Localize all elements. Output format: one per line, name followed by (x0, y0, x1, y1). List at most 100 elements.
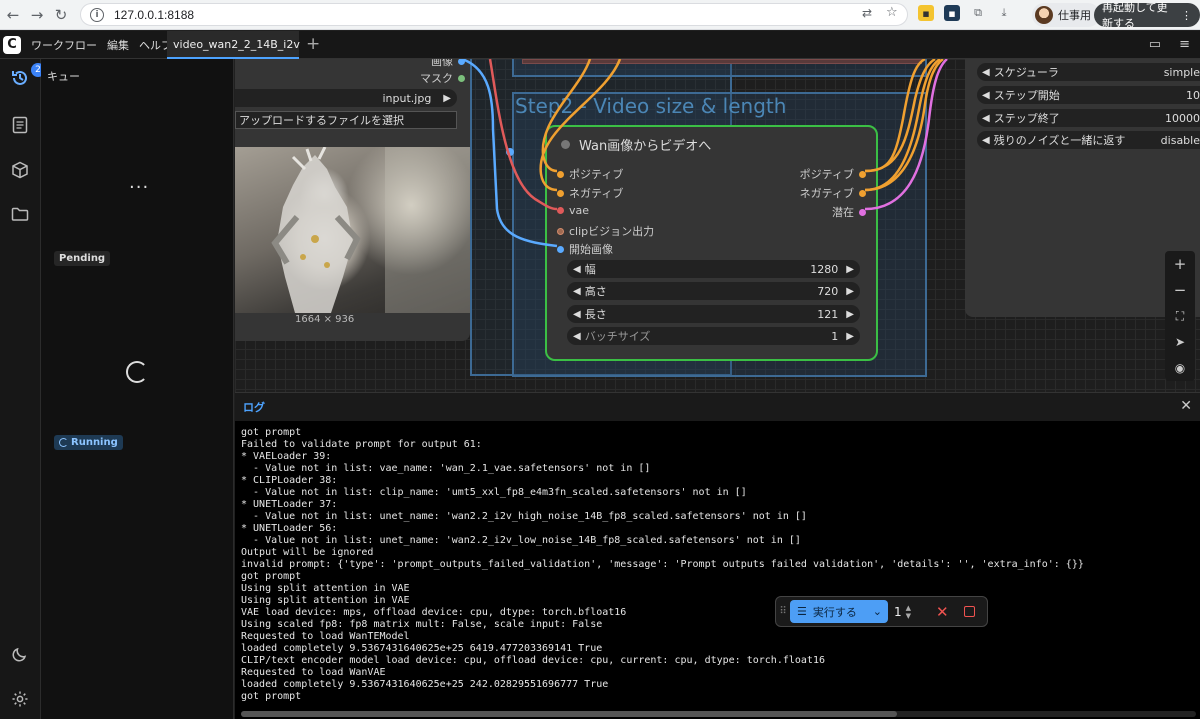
decrement-arrow-icon[interactable]: ◀ (982, 90, 990, 101)
increment-arrow-icon[interactable]: ▶ (846, 309, 854, 320)
decrement-arrow-icon[interactable]: ◀ (573, 331, 581, 342)
cancel-current-run-icon[interactable]: ✕ (936, 603, 949, 621)
node-collapsed-top[interactable] (522, 59, 922, 64)
input-slot-vae[interactable]: vae (557, 204, 589, 217)
forward-icon[interactable]: → (24, 2, 50, 28)
widget-value[interactable]: 1 (831, 330, 838, 343)
node-collapse-dot[interactable] (561, 140, 570, 149)
decrement-arrow-icon[interactable]: ◀ (982, 113, 990, 124)
comfyui-logo-icon[interactable]: C (3, 35, 21, 54)
increment-arrow-icon[interactable]: ▶ (846, 286, 854, 297)
scheduler-widget[interactable]: ◀ スケジューラ simple (977, 63, 1200, 81)
arrow-right-icon[interactable]: ▶ (443, 93, 451, 104)
slot-dot[interactable] (458, 59, 465, 65)
slot-dot[interactable] (458, 74, 465, 82)
extensions-puzzle-icon[interactable]: ⧉ (970, 5, 986, 21)
log-tab[interactable]: ログ (243, 399, 265, 415)
close-icon[interactable]: ✕ (1180, 398, 1192, 414)
menu-edit[interactable]: 編集 (107, 37, 129, 53)
select-mode-pointer-icon[interactable]: ➤ (1175, 329, 1185, 355)
decrement-arrow-icon[interactable]: ◀ (573, 264, 581, 275)
download-icon[interactable]: ⤓ (996, 5, 1012, 21)
restart-update-button[interactable]: 再起動して更新する ⋮ (1094, 1, 1200, 30)
reload-icon[interactable]: ↻ (48, 2, 74, 28)
hamburger-menu-icon[interactable]: ≡ (1179, 37, 1190, 52)
extension-icon-dark[interactable]: ▪ (944, 5, 960, 21)
batch-count-value[interactable]: 1 (894, 605, 902, 619)
clear-queue-stop-icon[interactable] (963, 606, 975, 617)
queue-item-menu-icon[interactable]: ··· (129, 177, 149, 198)
widget-value[interactable]: 720 (817, 285, 838, 298)
log-horizontal-scrollbar[interactable] (241, 711, 1196, 717)
slot-dot[interactable] (859, 189, 866, 197)
input-slot-positive[interactable]: ポジティブ (557, 166, 623, 182)
workflows-folder-icon[interactable] (9, 203, 31, 225)
fit-view-icon[interactable]: ⛶ (1176, 303, 1184, 329)
batch-count-input[interactable]: 1 ▲ ▼ (894, 604, 926, 620)
toggle-panel-icon[interactable]: ▭ (1149, 37, 1161, 52)
graph-canvas[interactable]: Step2 - Video size & length 画像 マスク input… (235, 59, 1200, 392)
scrollbar-thumb[interactable] (241, 711, 897, 717)
settings-gear-icon[interactable] (9, 688, 31, 710)
menu-workflow[interactable]: ワークフロー (31, 37, 97, 53)
bookmark-star-icon[interactable]: ☆ (886, 5, 898, 20)
workflow-tab[interactable]: video_wan2_2_14B_i2v (167, 31, 300, 59)
output-slot-image[interactable]: 画像 (431, 59, 465, 69)
widget-value[interactable]: simple (1164, 66, 1200, 79)
widget-value[interactable]: 10000 (1165, 112, 1200, 125)
output-slot-positive[interactable]: ポジティブ (800, 166, 866, 182)
load-image-node[interactable]: 画像 マスク input.jpg ▶ アップロードするファイルを選択 1664 … (235, 59, 470, 341)
height-widget[interactable]: ◀ 高さ 720 ▶ (567, 282, 860, 300)
extension-icon-yellow[interactable]: ▪ (918, 5, 934, 21)
decrement-arrow-icon[interactable]: ◀ (573, 309, 581, 320)
width-widget[interactable]: ◀ 幅 1280 ▶ (567, 260, 860, 278)
translate-icon[interactable]: ⇄ (862, 6, 872, 20)
slot-dot[interactable] (859, 170, 866, 178)
increment-arrow-icon[interactable]: ▶ (846, 331, 854, 342)
batch-size-widget[interactable]: ◀ バッチサイズ 1 ▶ (567, 327, 860, 345)
decrement-arrow-icon[interactable]: ◀ (982, 67, 990, 78)
address-bar[interactable]: i 127.0.0.1:8188 (80, 3, 908, 26)
slot-dot[interactable] (557, 189, 564, 197)
drag-handle-icon[interactable]: ⠿ (776, 606, 790, 617)
queue-history-icon[interactable]: 2 (9, 63, 45, 89)
batch-count-stepper[interactable]: ▲ ▼ (906, 604, 911, 620)
start-step-widget[interactable]: ◀ ステップ開始 10 (977, 86, 1200, 104)
log-output[interactable]: got prompt Failed to validate prompt for … (241, 427, 1196, 702)
output-slot-latent[interactable]: 潜在 (832, 204, 866, 220)
decrement-arrow-icon[interactable]: ◀ (573, 286, 581, 297)
increment-arrow-icon[interactable]: ▶ (846, 264, 854, 275)
toggle-links-eye-icon[interactable]: ◉ (1175, 355, 1185, 381)
return-noise-widget[interactable]: ◀ 残りのノイズと一緒に返す disable (977, 131, 1200, 149)
model-library-cube-icon[interactable] (9, 159, 31, 181)
widget-value[interactable]: 1280 (810, 263, 838, 276)
widget-value[interactable]: 10 (1186, 89, 1200, 102)
slot-dot[interactable] (859, 208, 866, 216)
decrement-icon[interactable]: ▼ (906, 612, 911, 620)
widget-value[interactable]: 121 (817, 308, 838, 321)
upload-file-button[interactable]: アップロードするファイルを選択 (235, 111, 457, 129)
node-title[interactable]: Wan画像からビデオへ (579, 135, 711, 154)
slot-dot[interactable] (557, 207, 564, 214)
node-library-icon[interactable] (9, 114, 31, 136)
site-info-icon[interactable]: i (90, 7, 104, 22)
image-file-selector[interactable]: input.jpg ▶ (235, 89, 457, 107)
queue-run-button[interactable]: ☰ 実行する ⌄ (790, 600, 888, 623)
group-title[interactable]: Step2 - Video size & length (515, 94, 786, 118)
back-icon[interactable]: ← (0, 2, 26, 28)
increment-icon[interactable]: ▲ (906, 604, 911, 612)
profile-chip[interactable]: 仕事用 (1032, 3, 1100, 27)
widget-value[interactable]: disable (1161, 134, 1200, 147)
output-slot-negative[interactable]: ネガティブ (800, 185, 866, 201)
input-slot-start-image[interactable]: 開始画像 (557, 241, 613, 257)
chevron-down-icon[interactable]: ⌄ (873, 605, 882, 618)
theme-moon-icon[interactable] (9, 643, 31, 665)
wan-image-to-video-node[interactable]: Wan画像からビデオへ ポジティブ ネガティブ vae clipビジョン出力 開… (545, 125, 878, 361)
slot-dot[interactable] (557, 227, 564, 235)
decrement-arrow-icon[interactable]: ◀ (982, 135, 990, 146)
input-slot-clip-vision[interactable]: clipビジョン出力 (557, 223, 654, 239)
slot-dot[interactable] (557, 170, 564, 178)
input-slot-negative[interactable]: ネガティブ (557, 185, 623, 201)
zoom-out-minus-icon[interactable]: − (1174, 277, 1187, 303)
length-widget[interactable]: ◀ 長さ 121 ▶ (567, 305, 860, 323)
